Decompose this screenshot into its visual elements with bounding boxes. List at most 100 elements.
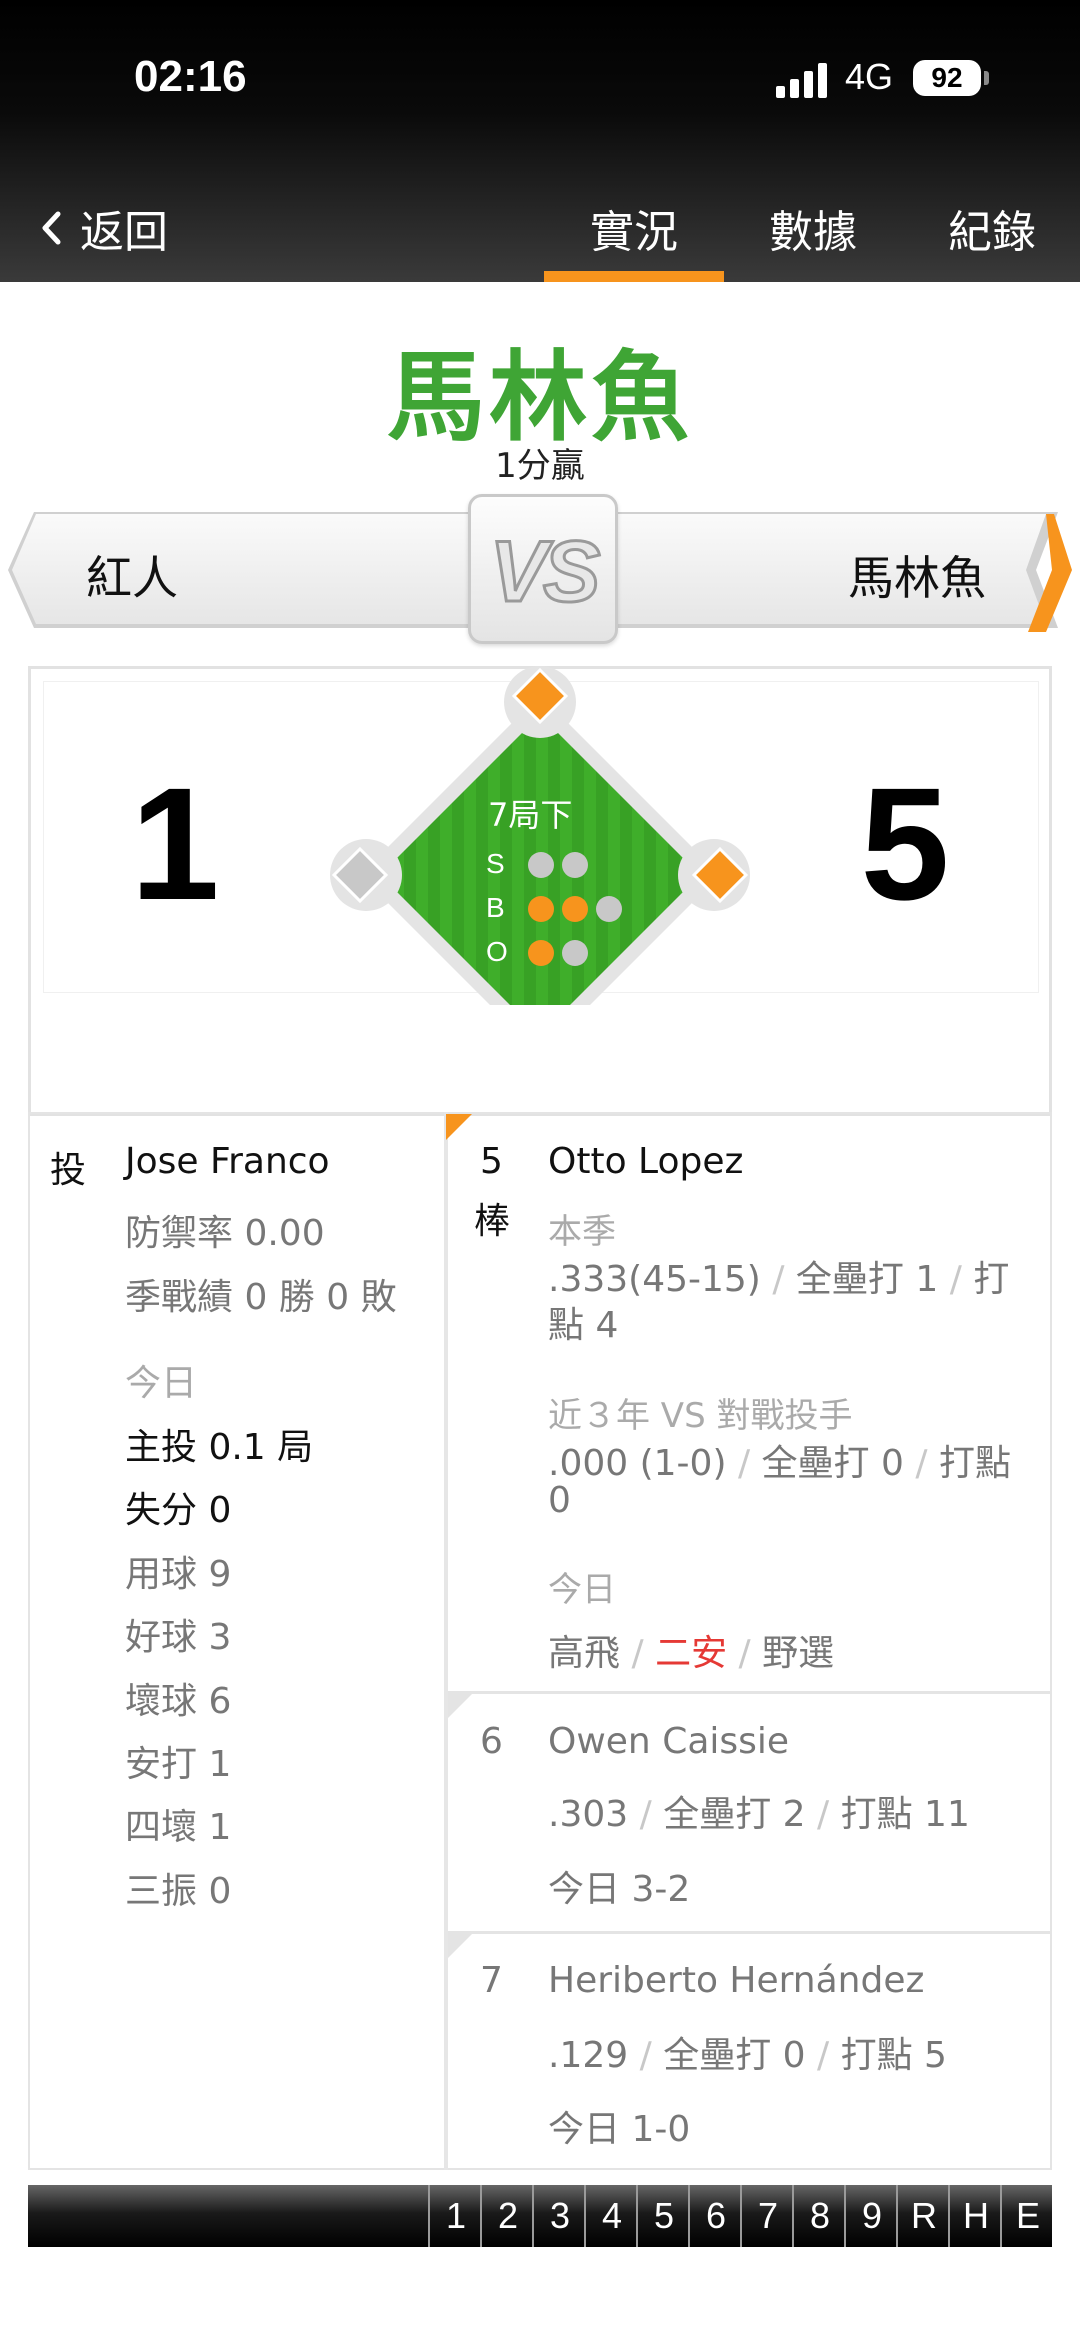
ball-dot <box>596 896 622 922</box>
batter-avg: .129 <box>548 2035 629 2076</box>
network-type: 4G <box>845 56 894 97</box>
back-button[interactable]: 返回 <box>40 196 168 260</box>
inning-label: 7局下 <box>488 796 573 834</box>
batter-order: 7 <box>480 1960 503 2001</box>
batter-name[interactable]: Owen Caissie <box>548 1721 789 1762</box>
linescore-header-cell: 6 <box>688 2185 742 2247</box>
vs-stats-line1: .000 (1-0) / 全壘打 0 / 打點 <box>548 1434 1011 1486</box>
linescore-header-cell: 2 <box>480 2185 534 2247</box>
win-margin: 1分贏 <box>495 446 585 486</box>
linescore-header-cell: R <box>896 2185 950 2247</box>
pitcher-name[interactable]: Jose Franco <box>125 1141 330 1182</box>
batter-stats: .129 / 全壘打 0 / 打點 5 <box>548 2026 947 2078</box>
batter-name[interactable]: Heriberto Hernández <box>548 1960 924 2001</box>
linescore-header-cell: 5 <box>636 2185 690 2247</box>
season-label: 本季 <box>548 1212 616 1252</box>
batter-divider <box>448 1691 1052 1694</box>
batter-order-suffix: 棒 <box>474 1201 511 1242</box>
out-dot <box>562 940 588 966</box>
separator: / <box>639 2035 652 2076</box>
linescore-header-cell: 9 <box>844 2185 898 2247</box>
batter-rbi: 打點 5 <box>840 2035 947 2076</box>
linescore-header-cell: 3 <box>532 2185 586 2247</box>
vs-rbi-part2: 0 <box>548 1480 571 1521</box>
linescore-header-cell: 8 <box>792 2185 846 2247</box>
season-rbi-part2: 點 4 <box>548 1305 619 1346</box>
pitcher-today-label: 今日 <box>125 1363 198 1404</box>
on-deck-marker <box>448 1694 472 1718</box>
pitcher-pitches: 用球 9 <box>125 1554 232 1595</box>
separator: / <box>915 1443 928 1484</box>
battery-icon: 92 <box>913 60 981 96</box>
linescore-header-cell: 4 <box>584 2185 638 2247</box>
out-dot <box>528 940 554 966</box>
batter-stats: .303 / 全壘打 2 / 打點 11 <box>548 1785 970 1837</box>
batter-name[interactable]: Otto Lopez <box>548 1141 743 1182</box>
pitcher-walks: 四壞 1 <box>125 1807 232 1848</box>
pitcher-runs: 失分 0 <box>125 1490 232 1531</box>
signal-icon <box>776 62 832 98</box>
batter-order: 6 <box>480 1721 503 1762</box>
batter-today: 今日 1-0 <box>548 2109 691 2150</box>
pitcher-innings: 主投 0.1 局 <box>125 1427 314 1468</box>
separator: / <box>639 1794 652 1835</box>
tab-stats[interactable]: 數據 <box>769 196 857 260</box>
separator: / <box>631 1633 644 1674</box>
pitcher-record: 季戰績 0 勝 0 敗 <box>125 1277 397 1318</box>
pitcher-balls: 壞球 6 <box>125 1681 232 1722</box>
away-score: 1 <box>130 754 220 933</box>
vs-badge: VS <box>468 494 618 644</box>
home-team-name: 馬林魚 <box>848 551 986 605</box>
pitcher-strikes: 好球 3 <box>125 1617 232 1658</box>
season-hr: 全壘打 1 <box>795 1259 939 1300</box>
batter-today-label: 今日 <box>548 1570 616 1610</box>
batter-hr: 全壘打 2 <box>663 1794 806 1835</box>
today-result-1: 高飛 <box>548 1633 621 1674</box>
linescore-header-cell: H <box>948 2185 1002 2247</box>
outs-label: O <box>486 936 508 967</box>
ball-dot <box>562 896 588 922</box>
separator: / <box>737 1443 751 1484</box>
batter-hr: 全壘打 0 <box>663 2035 806 2076</box>
linescore-header-cell: 1 <box>428 2185 482 2247</box>
batter-rbi: 打點 11 <box>840 1794 970 1835</box>
pitcher-strikeouts: 三振 0 <box>125 1871 232 1912</box>
batter-divider <box>448 1931 1052 1934</box>
batter-today: 今日 3-2 <box>548 1869 691 1910</box>
pitcher-role-label: 投 <box>50 1150 87 1191</box>
panel-divider <box>444 1112 448 2170</box>
separator: / <box>817 2035 830 2076</box>
current-batter-marker <box>446 1114 472 1140</box>
status-time: 02:16 <box>134 52 247 101</box>
strike-dot <box>562 852 588 878</box>
back-label: 返回 <box>80 207 168 258</box>
active-tab-indicator <box>544 271 724 282</box>
separator: / <box>772 1259 785 1300</box>
ball-dot <box>528 896 554 922</box>
separator: / <box>817 1794 830 1835</box>
batter-today-results: 高飛 / 二安 / 野選 <box>548 1624 834 1676</box>
vs-rbi-part1: 打點 <box>938 1443 1011 1484</box>
linescore-header-cell: E <box>1000 2185 1054 2247</box>
season-stats-line1: .333(45-15) / 全壘打 1 / 打 <box>548 1250 1009 1302</box>
pitcher-hits: 安打 1 <box>125 1744 232 1785</box>
season-rbi-part1: 打 <box>973 1259 1010 1300</box>
season-avg: .333(45-15) <box>548 1259 761 1300</box>
separator: / <box>738 1633 751 1674</box>
in-hole-marker <box>448 1934 472 1958</box>
linescore-header-cell: 7 <box>740 2185 794 2247</box>
separator: / <box>949 1259 962 1300</box>
chevron-left-icon <box>42 211 61 245</box>
vs-text: VS <box>488 523 602 622</box>
tab-record[interactable]: 紀錄 <box>948 196 1036 260</box>
today-result-2: 二安 <box>655 1633 728 1674</box>
vs-pitcher-label: 近３年 VS 對戰投手 <box>548 1396 853 1436</box>
batter-order: 5 <box>480 1141 503 1182</box>
battery-tip <box>984 71 989 85</box>
batter-avg: .303 <box>548 1794 629 1835</box>
tab-live[interactable]: 實況 <box>590 196 678 260</box>
vs-hr: 全壘打 0 <box>761 1443 904 1484</box>
strikes-label: S <box>486 848 505 879</box>
balls-label: B <box>486 892 505 923</box>
today-result-3: 野選 <box>762 1633 835 1674</box>
